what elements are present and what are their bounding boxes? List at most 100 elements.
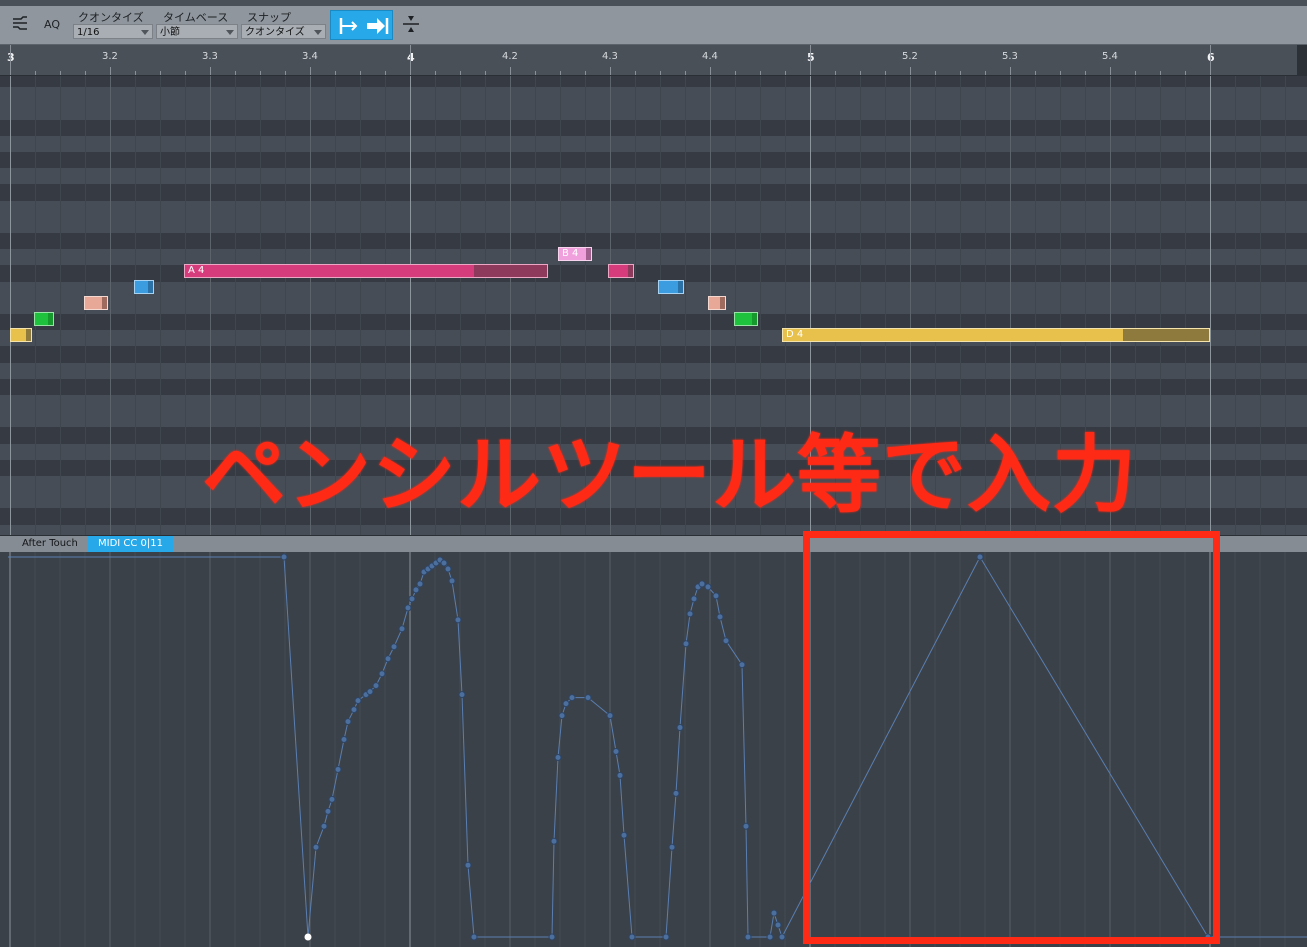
cc-point[interactable] — [668, 843, 676, 851]
cc-point[interactable] — [662, 933, 670, 941]
cc-point[interactable] — [584, 694, 592, 702]
quantize-dropdown[interactable]: 1/16 — [73, 24, 153, 39]
timebase-label: タイムベース — [163, 11, 229, 24]
cc-point[interactable] — [280, 553, 288, 561]
cc-point[interactable] — [324, 807, 332, 815]
ruler-minor-tick — [535, 71, 536, 75]
cc-point[interactable] — [704, 583, 712, 591]
cc-tab[interactable]: After Touch — [12, 536, 88, 552]
wave-tool-icon[interactable] — [11, 14, 29, 32]
cc-point[interactable] — [344, 718, 352, 726]
cc-point[interactable] — [766, 933, 774, 941]
cc-point[interactable] — [672, 789, 680, 797]
cc-point[interactable] — [742, 822, 750, 830]
cc-point[interactable] — [722, 637, 730, 645]
grid-line — [160, 76, 161, 535]
cc-point[interactable] — [716, 613, 724, 621]
cc-point[interactable] — [712, 592, 720, 600]
cc-point[interactable] — [682, 640, 690, 648]
midi-note[interactable]: A 4 — [184, 263, 548, 278]
cc-point[interactable] — [554, 753, 562, 761]
cc-point[interactable] — [404, 604, 412, 612]
cc-point[interactable] — [384, 655, 392, 663]
ruler-label: 4.2 — [502, 51, 518, 62]
midi-note[interactable] — [10, 328, 32, 343]
cc-point[interactable] — [606, 712, 614, 720]
timeline-ruler[interactable]: 33.23.33.444.24.34.455.25.35.46 — [0, 45, 1307, 76]
cc-point[interactable] — [550, 837, 558, 845]
cc-point[interactable] — [312, 843, 320, 851]
ruler-tick — [910, 67, 911, 75]
cc-point[interactable] — [774, 921, 782, 929]
snap-toggle-group[interactable] — [330, 10, 393, 40]
cc-point[interactable] — [454, 616, 462, 624]
snap-dropdown[interactable]: クオンタイズ — [241, 24, 326, 39]
ruler-tick — [1010, 67, 1011, 75]
cc-point[interactable] — [612, 747, 620, 755]
cc-point[interactable] — [568, 694, 576, 702]
ruler-tick — [1210, 45, 1211, 75]
ruler-minor-tick — [1060, 71, 1061, 75]
snap-arrow-icon[interactable] — [365, 15, 389, 37]
midi-note[interactable] — [34, 312, 54, 327]
cc-point[interactable] — [458, 691, 466, 699]
midi-note[interactable] — [658, 279, 684, 294]
note-release-tail — [752, 313, 757, 326]
cc-point[interactable] — [378, 670, 386, 678]
cc-point[interactable] — [548, 933, 556, 941]
cc-point[interactable] — [412, 586, 420, 594]
midi-note[interactable] — [734, 312, 758, 327]
cc-point[interactable] — [304, 933, 312, 941]
ruler-minor-tick — [960, 71, 961, 75]
ruler-minor-tick — [435, 71, 436, 75]
cc-point[interactable] — [676, 724, 684, 732]
cc-point[interactable] — [398, 625, 406, 633]
ruler-minor-tick — [660, 71, 661, 75]
midi-note[interactable] — [708, 295, 726, 310]
midi-note[interactable]: D 4 — [782, 328, 1210, 343]
cc-point[interactable] — [620, 831, 628, 839]
cc-point[interactable] — [738, 661, 746, 669]
cc-point[interactable] — [744, 933, 752, 941]
cc-point[interactable] — [440, 559, 448, 567]
quantize-label: クオンタイズ — [78, 11, 144, 24]
cc-point[interactable] — [698, 580, 706, 588]
cc-point[interactable] — [690, 595, 698, 603]
timebase-dropdown[interactable]: 小節 — [156, 24, 238, 39]
midi-note[interactable] — [608, 263, 634, 278]
cc-point[interactable] — [354, 697, 362, 705]
cc-point[interactable] — [770, 909, 778, 917]
snap-start-icon[interactable] — [338, 15, 360, 37]
cc-point[interactable] — [562, 700, 570, 708]
cc-point[interactable] — [558, 712, 566, 720]
split-icon[interactable] — [400, 13, 422, 35]
midi-note[interactable]: B 4 — [558, 247, 592, 262]
cc-point[interactable] — [372, 682, 380, 690]
ruler-minor-tick — [685, 71, 686, 75]
audio-quantize-button[interactable]: AQ — [44, 18, 60, 31]
cc-point[interactable] — [320, 822, 328, 830]
cc-point[interactable] — [340, 736, 348, 744]
cc-point[interactable] — [464, 861, 472, 869]
cc-point[interactable] — [408, 595, 416, 603]
grid-line — [135, 76, 136, 535]
cc-point[interactable] — [366, 688, 374, 696]
cc-point[interactable] — [470, 933, 478, 941]
midi-note[interactable] — [134, 279, 154, 294]
ruler-label: 3.3 — [202, 51, 218, 62]
cc-point[interactable] — [628, 933, 636, 941]
cc-point[interactable] — [350, 706, 358, 714]
cc-point[interactable] — [448, 577, 456, 585]
cc-point[interactable] — [334, 765, 342, 773]
cc-point[interactable] — [686, 610, 694, 618]
cc-point[interactable] — [328, 795, 336, 803]
cc-point[interactable] — [616, 771, 624, 779]
cc-point[interactable] — [778, 933, 786, 941]
cc-tab[interactable]: MIDI CC 0|11 — [88, 536, 174, 552]
ruler-minor-tick — [1135, 71, 1136, 75]
midi-note[interactable] — [84, 295, 108, 310]
ruler-label: 4.3 — [602, 51, 618, 62]
cc-point[interactable] — [390, 643, 398, 651]
cc-point[interactable] — [416, 580, 424, 588]
cc-point[interactable] — [444, 565, 452, 573]
